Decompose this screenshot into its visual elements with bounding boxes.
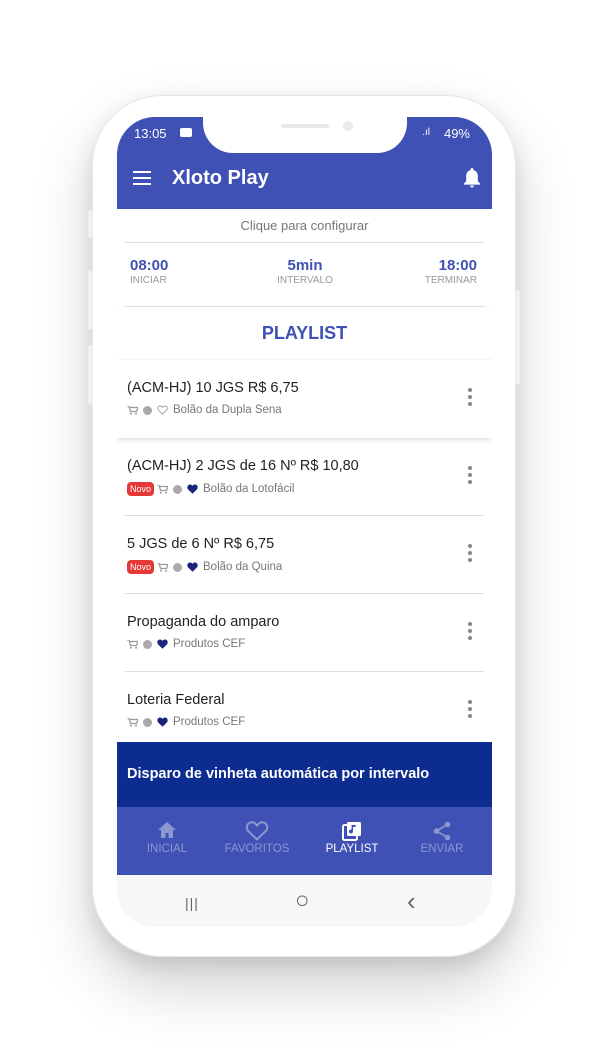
playlist-item-title: Propaganda do amparo bbox=[127, 614, 280, 630]
share-icon bbox=[433, 821, 451, 841]
nav-home[interactable]: INICIAL bbox=[127, 821, 207, 855]
schedule-start-label: INICIAR bbox=[130, 275, 167, 286]
schedule-start[interactable]: 08:00 INICIAR bbox=[130, 257, 168, 286]
cart-icon bbox=[127, 405, 138, 415]
playlist-item-subtitle: Produtos CEF bbox=[173, 716, 246, 728]
clock-icon bbox=[143, 405, 152, 415]
nav-send-label: ENVIAR bbox=[420, 843, 464, 855]
more-options-icon[interactable] bbox=[468, 466, 472, 487]
side-button-left-bottom bbox=[88, 345, 93, 405]
system-navigation: ||| ○ ‹ bbox=[117, 875, 492, 927]
playlist-item-meta: Produtos CEF bbox=[127, 716, 245, 728]
clock-icon bbox=[143, 717, 152, 727]
playlist-heading: PLAYLIST bbox=[117, 307, 492, 359]
bottom-navigation: INICIAL FAVORITOS PLAYLIST ENVIAR bbox=[117, 807, 492, 875]
more-options-icon[interactable] bbox=[468, 544, 472, 565]
camera bbox=[343, 121, 353, 131]
schedule-end-label: TERMINAR bbox=[424, 275, 477, 286]
notch bbox=[203, 117, 407, 153]
youtube-notification-icon bbox=[180, 128, 192, 137]
heart-icon[interactable] bbox=[157, 717, 168, 727]
playlist-item-meta: Novo Bolão da Quina bbox=[127, 560, 282, 574]
heart-icon[interactable] bbox=[187, 562, 198, 572]
schedule-interval-label: INTERVALO bbox=[277, 275, 333, 286]
more-options-icon[interactable] bbox=[468, 622, 472, 643]
clock-icon bbox=[173, 484, 183, 494]
nav-home-label: INICIAL bbox=[146, 843, 188, 855]
status-time: 13:05 bbox=[134, 126, 167, 141]
playlist-item-title: 5 JGS de 6 Nº R$ 6,75 bbox=[127, 536, 275, 552]
home-button[interactable]: ○ bbox=[295, 887, 310, 915]
cart-icon bbox=[127, 639, 138, 649]
new-badge: Novo bbox=[127, 560, 155, 574]
playlist-item-meta: Produtos CEF bbox=[127, 638, 245, 650]
back-button[interactable]: ‹ bbox=[407, 886, 416, 917]
more-options-icon[interactable] bbox=[468, 700, 472, 721]
nav-favorites[interactable]: FAVORITOS bbox=[217, 821, 297, 855]
bell-icon[interactable] bbox=[462, 167, 482, 189]
cart-icon bbox=[127, 717, 138, 727]
nav-favorites-label: FAVORITOS bbox=[224, 843, 290, 855]
nav-playlist[interactable]: PLAYLIST bbox=[312, 821, 392, 855]
schedule-start-value: 08:00 bbox=[130, 257, 169, 274]
playlist-item-subtitle: Produtos CEF bbox=[173, 638, 246, 650]
vignette-banner[interactable]: Disparo de vinheta automática por interv… bbox=[117, 742, 492, 807]
heart-icon[interactable] bbox=[187, 484, 198, 494]
playlist-item-title: Loteria Federal bbox=[127, 692, 225, 708]
playlist-item[interactable]: 5 JGS de 6 Nº R$ 6,75 Novo Bolão da Quina bbox=[125, 516, 484, 594]
clock-icon bbox=[173, 562, 183, 572]
heart-icon[interactable] bbox=[157, 639, 168, 649]
cart-icon bbox=[157, 484, 169, 494]
side-button-left-mid bbox=[88, 270, 93, 330]
playlist-item[interactable]: (ACM-HJ) 2 JGS de 16 Nº R$ 10,80 Novo Bolã… bbox=[125, 438, 484, 516]
more-options-icon[interactable] bbox=[468, 388, 472, 409]
configure-link[interactable]: Clique para configurar bbox=[117, 209, 492, 243]
recents-button[interactable]: ||| bbox=[185, 895, 199, 911]
new-badge: Novo bbox=[127, 482, 155, 496]
schedule-panel: 08:00 INICIAR 5min INTERVALO 18:00 TERMI… bbox=[117, 243, 492, 306]
battery-level: 49% bbox=[443, 126, 470, 141]
schedule-interval-value: 5min bbox=[287, 257, 323, 274]
schedule-end-value: 18:00 bbox=[438, 257, 477, 274]
app-bar: Xloto Play bbox=[117, 149, 492, 209]
signal-icon: .ıl bbox=[422, 127, 430, 138]
cart-icon bbox=[157, 562, 169, 572]
menu-icon[interactable] bbox=[133, 171, 151, 185]
schedule-end[interactable]: 18:00 TERMINAR bbox=[425, 257, 477, 286]
playlist-item-meta: Bolão da Dupla Sena bbox=[127, 404, 282, 416]
playlist-icon bbox=[342, 822, 361, 841]
schedule-interval[interactable]: 5min INTERVALO bbox=[257, 257, 353, 286]
playlist-item-meta: Novo Bolão da Lotofácil bbox=[127, 482, 294, 496]
playlist-item[interactable]: Propaganda do amparo Produtos CEF bbox=[125, 594, 484, 672]
playlist-item[interactable]: Loteria Federal Produtos CEF bbox=[125, 672, 484, 750]
side-button-left-top bbox=[88, 210, 93, 238]
clock-icon bbox=[143, 639, 152, 649]
home-icon bbox=[158, 822, 176, 838]
heart-outline-icon bbox=[245, 821, 269, 841]
nav-playlist-label: PLAYLIST bbox=[325, 843, 379, 855]
speaker bbox=[281, 124, 329, 128]
nav-send[interactable]: ENVIAR bbox=[402, 821, 482, 855]
phone-screen: 13:05 .ıl 49% Xloto Play Clique para con… bbox=[117, 117, 492, 927]
heart-icon[interactable] bbox=[157, 405, 168, 415]
playlist-list: (ACM-HJ) 10 JGS R$ 6,75 Bolão da Dupla Se… bbox=[117, 360, 492, 750]
playlist-item-subtitle: Bolão da Dupla Sena bbox=[173, 404, 282, 416]
playlist-item-title: (ACM-HJ) 10 JGS R$ 6,75 bbox=[127, 380, 299, 396]
side-button-right bbox=[515, 290, 520, 385]
playlist-item[interactable]: (ACM-HJ) 10 JGS R$ 6,75 Bolão da Dupla Se… bbox=[117, 360, 492, 438]
playlist-item-subtitle: Bolão da Quina bbox=[203, 561, 283, 573]
app-title: Xloto Play bbox=[172, 167, 269, 189]
playlist-item-subtitle: Bolão da Lotofácil bbox=[203, 483, 295, 495]
playlist-item-title: (ACM-HJ) 2 JGS de 16 Nº R$ 10,80 bbox=[127, 458, 359, 474]
